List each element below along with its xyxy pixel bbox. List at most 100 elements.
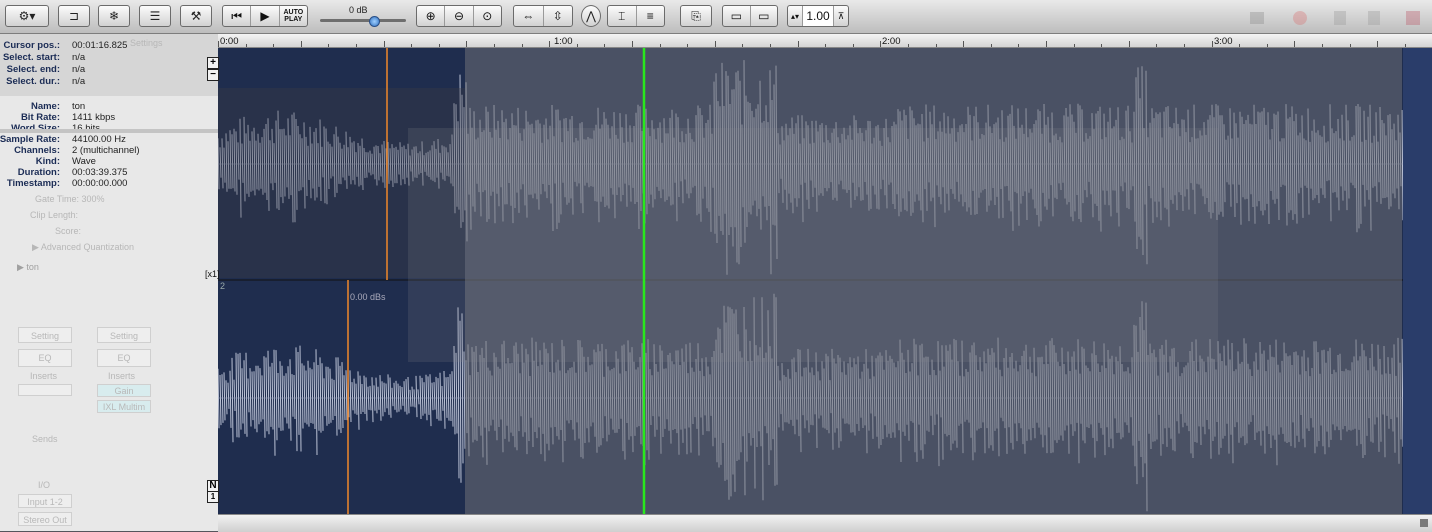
info-key: Select. dur.: [6,76,60,87]
export-button[interactable]: ⎘ [680,5,712,27]
info-key: Name: [30,101,60,112]
info-value: 44100.00 Hz [72,134,126,145]
marker-up-button[interactable]: ⋀ [581,5,601,27]
edit-tools-group: ⌶ ≡ [607,5,665,27]
ruler-tick [1239,44,1241,47]
zoom-out-button[interactable]: ⊖ [445,6,474,26]
zoom-in-button[interactable]: ⊕ [417,6,446,26]
info-value: ton [72,101,86,112]
ruler-label-0: 0:00 [220,36,239,47]
ghost-setting-1: Setting [18,327,72,343]
zoom-group: ⊕ ⊖ ⊙ [416,5,502,27]
zoom-out-icon: ⊖ [453,9,465,23]
hammer-button[interactable]: ⚒ [180,5,212,27]
horizontal-scrollbar[interactable] [218,514,1432,532]
ghost-ton: ▶ ton [17,262,39,272]
channel-zoom-label: [x1] [205,269,220,279]
ruler-label-3: 3:00 [1214,36,1233,47]
scrollbar-thumb[interactable] [1420,519,1428,527]
stretch-horizontal-icon: ⇔ [522,9,535,23]
lines-icon: ≡ [646,9,654,23]
file-info-row: Name: ton [0,101,218,112]
ruler-tick [1404,44,1406,47]
ruler-tick [438,44,440,47]
lines-tool-button[interactable]: ≡ [637,6,665,26]
ghost-setting-2: Setting [97,327,151,343]
list-icon: ☰ [149,9,161,23]
file-info-row: Bit Rate: 1411 kbps [0,112,218,123]
stepper-icon: ▴▾ [790,11,800,21]
ruler-tick [714,41,716,47]
ghost-io: I/O [38,480,51,490]
ghost-inserts-1: Inserts [30,371,58,381]
ghost-advanced-quantization: ▶ Advanced Quantization [32,242,134,252]
autoplay-button[interactable]: AUTO PLAY [280,6,307,26]
ruler-tick [632,41,633,47]
channel-2-ghost: 2 [220,281,226,291]
volume-slider[interactable] [320,19,406,22]
rewind-icon: ⏮ [231,8,243,23]
ruler-tick [245,44,247,47]
gear-menu-button[interactable]: ⚙▾ [5,5,49,27]
speed-value[interactable]: 1.00 [803,6,834,26]
volume-label: 0 dB [349,5,368,15]
waveform-view[interactable]: + − [x1] 2 0.00 dBs N 1 [205,48,1432,514]
ruler-tick [687,44,689,47]
info-value: 2 (multichannel) [72,145,140,156]
list-tools-button[interactable]: ☰ [139,5,171,27]
ruler-tick [356,44,357,47]
ruler-tick [880,41,882,47]
stretch-vertical-icon: ⇳ [552,9,563,23]
stretch-horizontal-button[interactable]: ⇔ [514,6,544,26]
ruler-tick [1322,44,1323,47]
file-info-row: Duration: 00:03:39.375 [0,167,218,178]
copy-button-2[interactable]: ▭ [751,6,778,26]
cursor-tool-button[interactable]: ⌶ [608,6,637,26]
speed-stepper[interactable]: ▴▾ [788,6,803,26]
snap-button[interactable]: ⊐ [58,5,90,27]
info-key: Duration: [17,167,60,178]
waveform-canvas[interactable] [218,48,1432,514]
ruler-tick [521,44,523,47]
panel-divider[interactable] [0,129,218,133]
zoom-fit-button[interactable]: ⊙ [474,6,501,26]
text-cursor-icon: ⌶ [618,8,626,23]
gear-icon: ⚙▾ [18,9,36,23]
play-button[interactable]: ▶ [251,6,280,26]
zoom-minus-button[interactable]: − [207,69,219,81]
copy-group: ▭ ▭ [722,5,778,27]
ghost-gain: Gain [97,384,151,397]
timeline-ruler[interactable]: 0:00 1:00 2:00 3:00 [218,34,1432,48]
ghost-eq-1: EQ [18,349,72,367]
channel-1-button[interactable]: 1 [207,491,219,503]
info-key: Timestamp: [6,178,60,189]
info-value: n/a [72,64,86,75]
ghost-gate-time: Gate Time: 300% [35,194,105,204]
ruler-tick [549,41,551,47]
info-key: Kind: [35,156,60,167]
ruler-tick [659,44,661,47]
stretch-vertical-button[interactable]: ⇳ [544,6,573,26]
ghost-db-label: 0.00 dBs [350,292,386,302]
background-app-icons [1250,11,1420,25]
zoom-in-icon: ⊕ [425,9,436,23]
speed-end-button[interactable]: ⊼ [834,6,848,26]
info-key: Select. end: [6,64,60,75]
ruler-tick [935,44,937,47]
chevron-up-icon: ⋀ [586,9,596,23]
autoplay-line1: AUTO [283,9,304,16]
volume-slider-knob[interactable] [369,16,380,27]
ghost-sends: Sends [32,434,58,444]
ghost-input: Input 1-2 [18,494,72,508]
ruler-tick [1101,44,1103,47]
info-value: 00:00:00.000 [72,178,128,189]
info-key: Sample Rate: [0,134,60,145]
zoom-plus-button[interactable]: + [207,57,219,69]
ghost-insert-slot [18,384,72,396]
copy-button-1[interactable]: ▭ [723,6,751,26]
info-value: 00:01:16.825 [72,40,128,51]
rewind-button[interactable]: ⏮ [223,6,252,26]
ruler-tick [990,44,992,47]
freeze-button[interactable]: ❄ [98,5,130,27]
autoplay-label: AUTO PLAY [283,9,303,23]
